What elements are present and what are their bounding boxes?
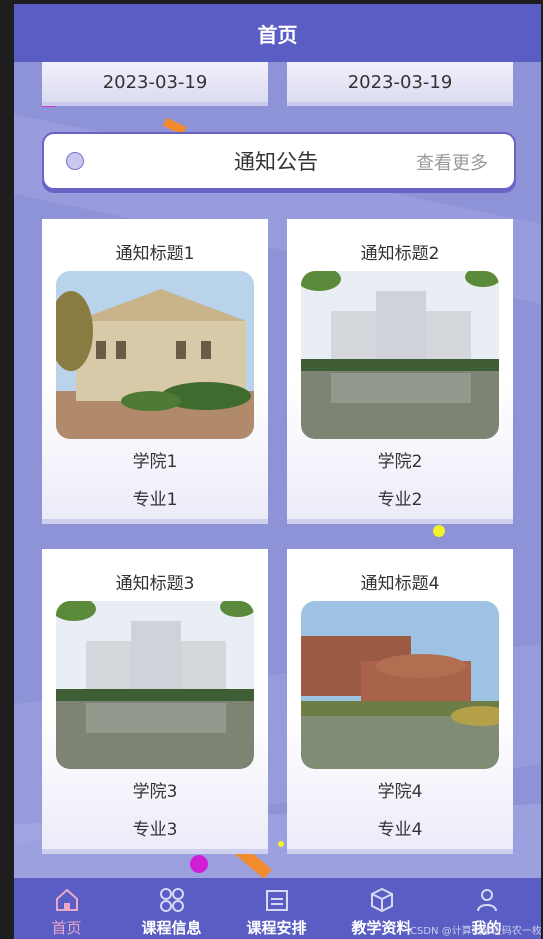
date-card-left: 2023-03-19 [42,62,268,106]
watermark-text: CSDN @计算机毕设码农一枚 [410,926,541,937]
card-image [301,601,499,769]
tab-label: 课程信息 [141,919,202,937]
card-title: 通知标题2 [360,244,440,264]
home-icon [55,888,78,911]
tab-home[interactable]: 首页 [14,878,119,939]
card-title: 通知标题3 [115,574,195,594]
grid-icon [159,888,184,912]
tab-course-schedule[interactable]: 课程安排 [224,878,329,939]
card-image [56,271,254,439]
tab-label: 教学资料 [351,919,412,937]
card-major: 专业1 [132,490,178,510]
user-icon [476,889,497,912]
app-screen: 首页 2023-03-19 2023-03-19 通知公告 查看更多 通知标题1 [14,4,541,939]
notice-card[interactable]: 通知标题4 学院4 专业4 [287,549,513,854]
notice-title: 通知公告 [234,150,318,174]
card-college: 学院2 [377,452,423,472]
card-major: 专业3 [132,820,178,840]
notice-dot-icon [66,152,84,170]
box-icon [370,887,393,913]
card-title: 通知标题1 [115,244,195,264]
card-title: 通知标题4 [360,574,440,594]
notice-card[interactable]: 通知标题3 学院3 专业3 [42,549,268,854]
card-image [301,271,499,439]
card-major: 专业2 [377,490,423,510]
card-major: 专业4 [377,820,423,840]
card-college: 学院3 [132,782,178,802]
tab-label: 首页 [51,919,82,937]
page-title: 首页 [14,4,541,62]
schedule-icon [265,890,288,911]
view-more-link[interactable]: 查看更多 [416,149,488,175]
card-college: 学院4 [377,782,423,802]
tab-label: 课程安排 [246,919,307,937]
notice-card[interactable]: 通知标题1 学院1 专业1 [42,219,268,524]
date-card-right: 2023-03-19 [287,62,513,106]
notice-bar[interactable]: 通知公告 查看更多 [42,132,516,190]
tab-course-info[interactable]: 课程信息 [119,878,224,939]
card-image [56,601,254,769]
card-college: 学院1 [132,452,178,472]
notice-card[interactable]: 通知标题2 学院2 专业2 [287,219,513,524]
